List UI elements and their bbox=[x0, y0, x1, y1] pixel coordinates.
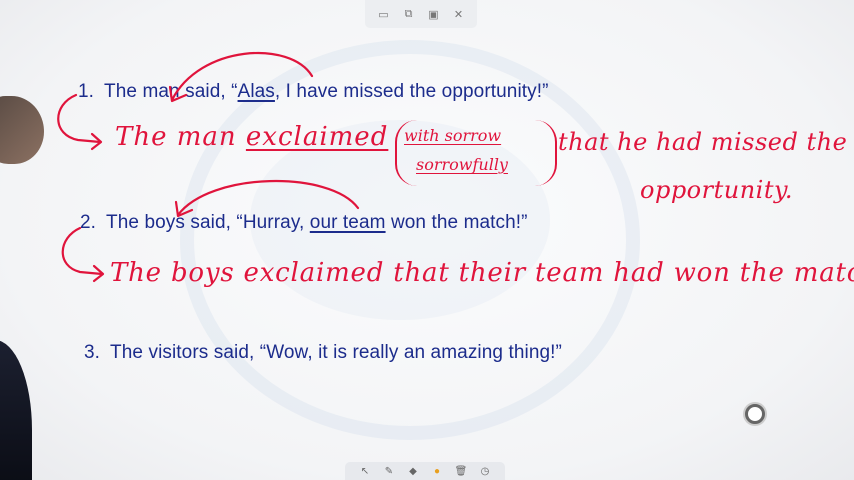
handwritten-line-2: The boys exclaimed that their team had w… bbox=[110, 258, 854, 288]
handwritten-text: The man bbox=[115, 122, 237, 152]
ink-hook-arrowhead-2 bbox=[92, 264, 105, 283]
ink-hook-arrowhead-1 bbox=[90, 132, 103, 151]
save-icon[interactable]: ▣ bbox=[425, 5, 443, 23]
handwritten-sorrowfully: sorrowfully bbox=[416, 155, 508, 174]
color-icon[interactable]: ● bbox=[430, 464, 444, 478]
copy-icon[interactable]: ⧉ bbox=[400, 5, 418, 23]
sentence-1: 1. The man said, “Alas, I have missed the… bbox=[78, 81, 549, 103]
close-icon[interactable]: ✕ bbox=[450, 5, 468, 23]
handwritten-exclaimed: exclaimed bbox=[245, 122, 389, 152]
sentence-text: won the match!” bbox=[385, 212, 528, 233]
sentence-number: 3. bbox=[84, 342, 101, 363]
sentence-3: 3. The visitors said, “Wow, it is really … bbox=[84, 342, 562, 364]
sentence-text: The visitors said, “Wow, it is really an… bbox=[110, 342, 562, 363]
sentence-number: 1. bbox=[78, 81, 95, 102]
sentence-underlined-word: Alas bbox=[237, 81, 275, 102]
minimize-icon[interactable]: ▭ bbox=[375, 5, 393, 23]
handwritten-line-1-end: opportunity. bbox=[640, 176, 793, 204]
sentence-text: The man said, “ bbox=[104, 81, 238, 102]
whiteboard-canvas[interactable]: ▭ ⧉ ▣ ✕ 1. The man said, “Alas, I have mi… bbox=[0, 0, 854, 480]
record-button[interactable] bbox=[745, 404, 765, 424]
sentence-text: The boys said, “Hurray, bbox=[106, 212, 310, 233]
select-icon[interactable]: ↖ bbox=[358, 464, 372, 478]
handwritten-line-1: The man exclaimed bbox=[115, 122, 388, 152]
sentence-underlined-word: our team bbox=[309, 212, 386, 233]
sentence-2: 2. The boys said, “Hurray, our team won t… bbox=[80, 212, 528, 234]
handwritten-with-sorrow: with sorrow bbox=[404, 126, 502, 145]
sentence-text: , I have missed the opportunity!” bbox=[274, 81, 549, 102]
eraser-icon[interactable]: ◆ bbox=[406, 464, 420, 478]
presenter-arm bbox=[0, 340, 32, 480]
ink-hook-arrow-2 bbox=[61, 226, 104, 276]
drawing-toolbar: ↖ ✎ ◆ ● 🗑 ◷ bbox=[345, 462, 505, 480]
presenter-hand bbox=[0, 96, 44, 164]
delete-icon[interactable]: 🗑 bbox=[454, 464, 468, 478]
handwritten-line-1-rest: that he had missed the bbox=[558, 128, 848, 156]
more-icon[interactable]: ◷ bbox=[478, 464, 492, 478]
pen-icon[interactable]: ✎ bbox=[382, 464, 396, 478]
sentence-number: 2. bbox=[80, 212, 97, 233]
window-controls-toolbar: ▭ ⧉ ▣ ✕ bbox=[365, 0, 477, 28]
